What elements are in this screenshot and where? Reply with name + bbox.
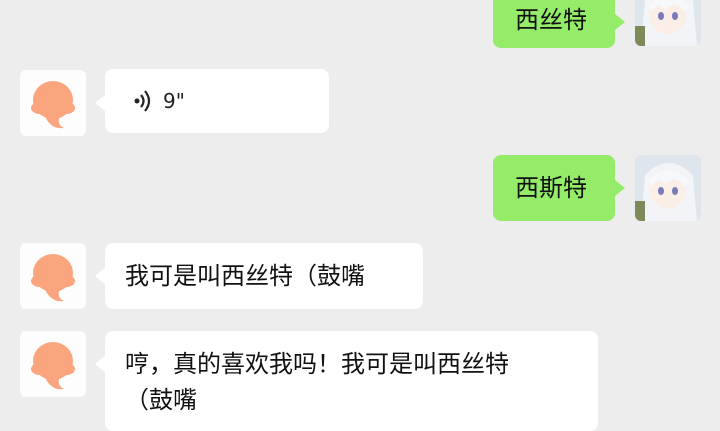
message-text: 西丝特: [515, 6, 587, 34]
bubble-tail: [95, 356, 105, 372]
message-bubble-bot[interactable]: 哼，真的喜欢我吗！我可是叫西丝特 （鼓嘴: [105, 331, 598, 431]
anime-girl-avatar-icon: [635, 0, 701, 46]
message-bubble-bot[interactable]: 我可是叫西丝特（鼓嘴: [105, 243, 423, 309]
orange-ghost-avatar-icon: [31, 342, 75, 390]
avatar[interactable]: [20, 331, 86, 397]
bubble-tail: [95, 268, 105, 284]
message-text: 西斯特: [515, 174, 587, 202]
bubble-tail: [615, 14, 625, 30]
anime-girl-avatar-icon: [635, 155, 701, 221]
voice-wave-icon: [134, 90, 151, 112]
orange-ghost-avatar-icon: [31, 81, 75, 129]
avatar[interactable]: [635, 0, 701, 46]
message-text-line: 哼，真的喜欢我吗！我可是叫西丝特: [125, 350, 509, 378]
avatar[interactable]: [20, 70, 86, 136]
bubble-tail: [95, 95, 105, 111]
message-text: 我可是叫西丝特（鼓嘴: [125, 262, 365, 290]
bubble-tail: [615, 180, 625, 196]
message-text-line: （鼓嘴: [125, 386, 197, 414]
orange-ghost-avatar-icon: [31, 254, 75, 302]
voice-message-bubble[interactable]: 9": [105, 69, 329, 133]
voice-duration: 9": [163, 89, 185, 113]
message-bubble-user[interactable]: 西斯特: [493, 155, 615, 221]
avatar[interactable]: [635, 155, 701, 221]
message-bubble-user[interactable]: 西丝特: [493, 0, 615, 48]
avatar[interactable]: [20, 243, 86, 309]
